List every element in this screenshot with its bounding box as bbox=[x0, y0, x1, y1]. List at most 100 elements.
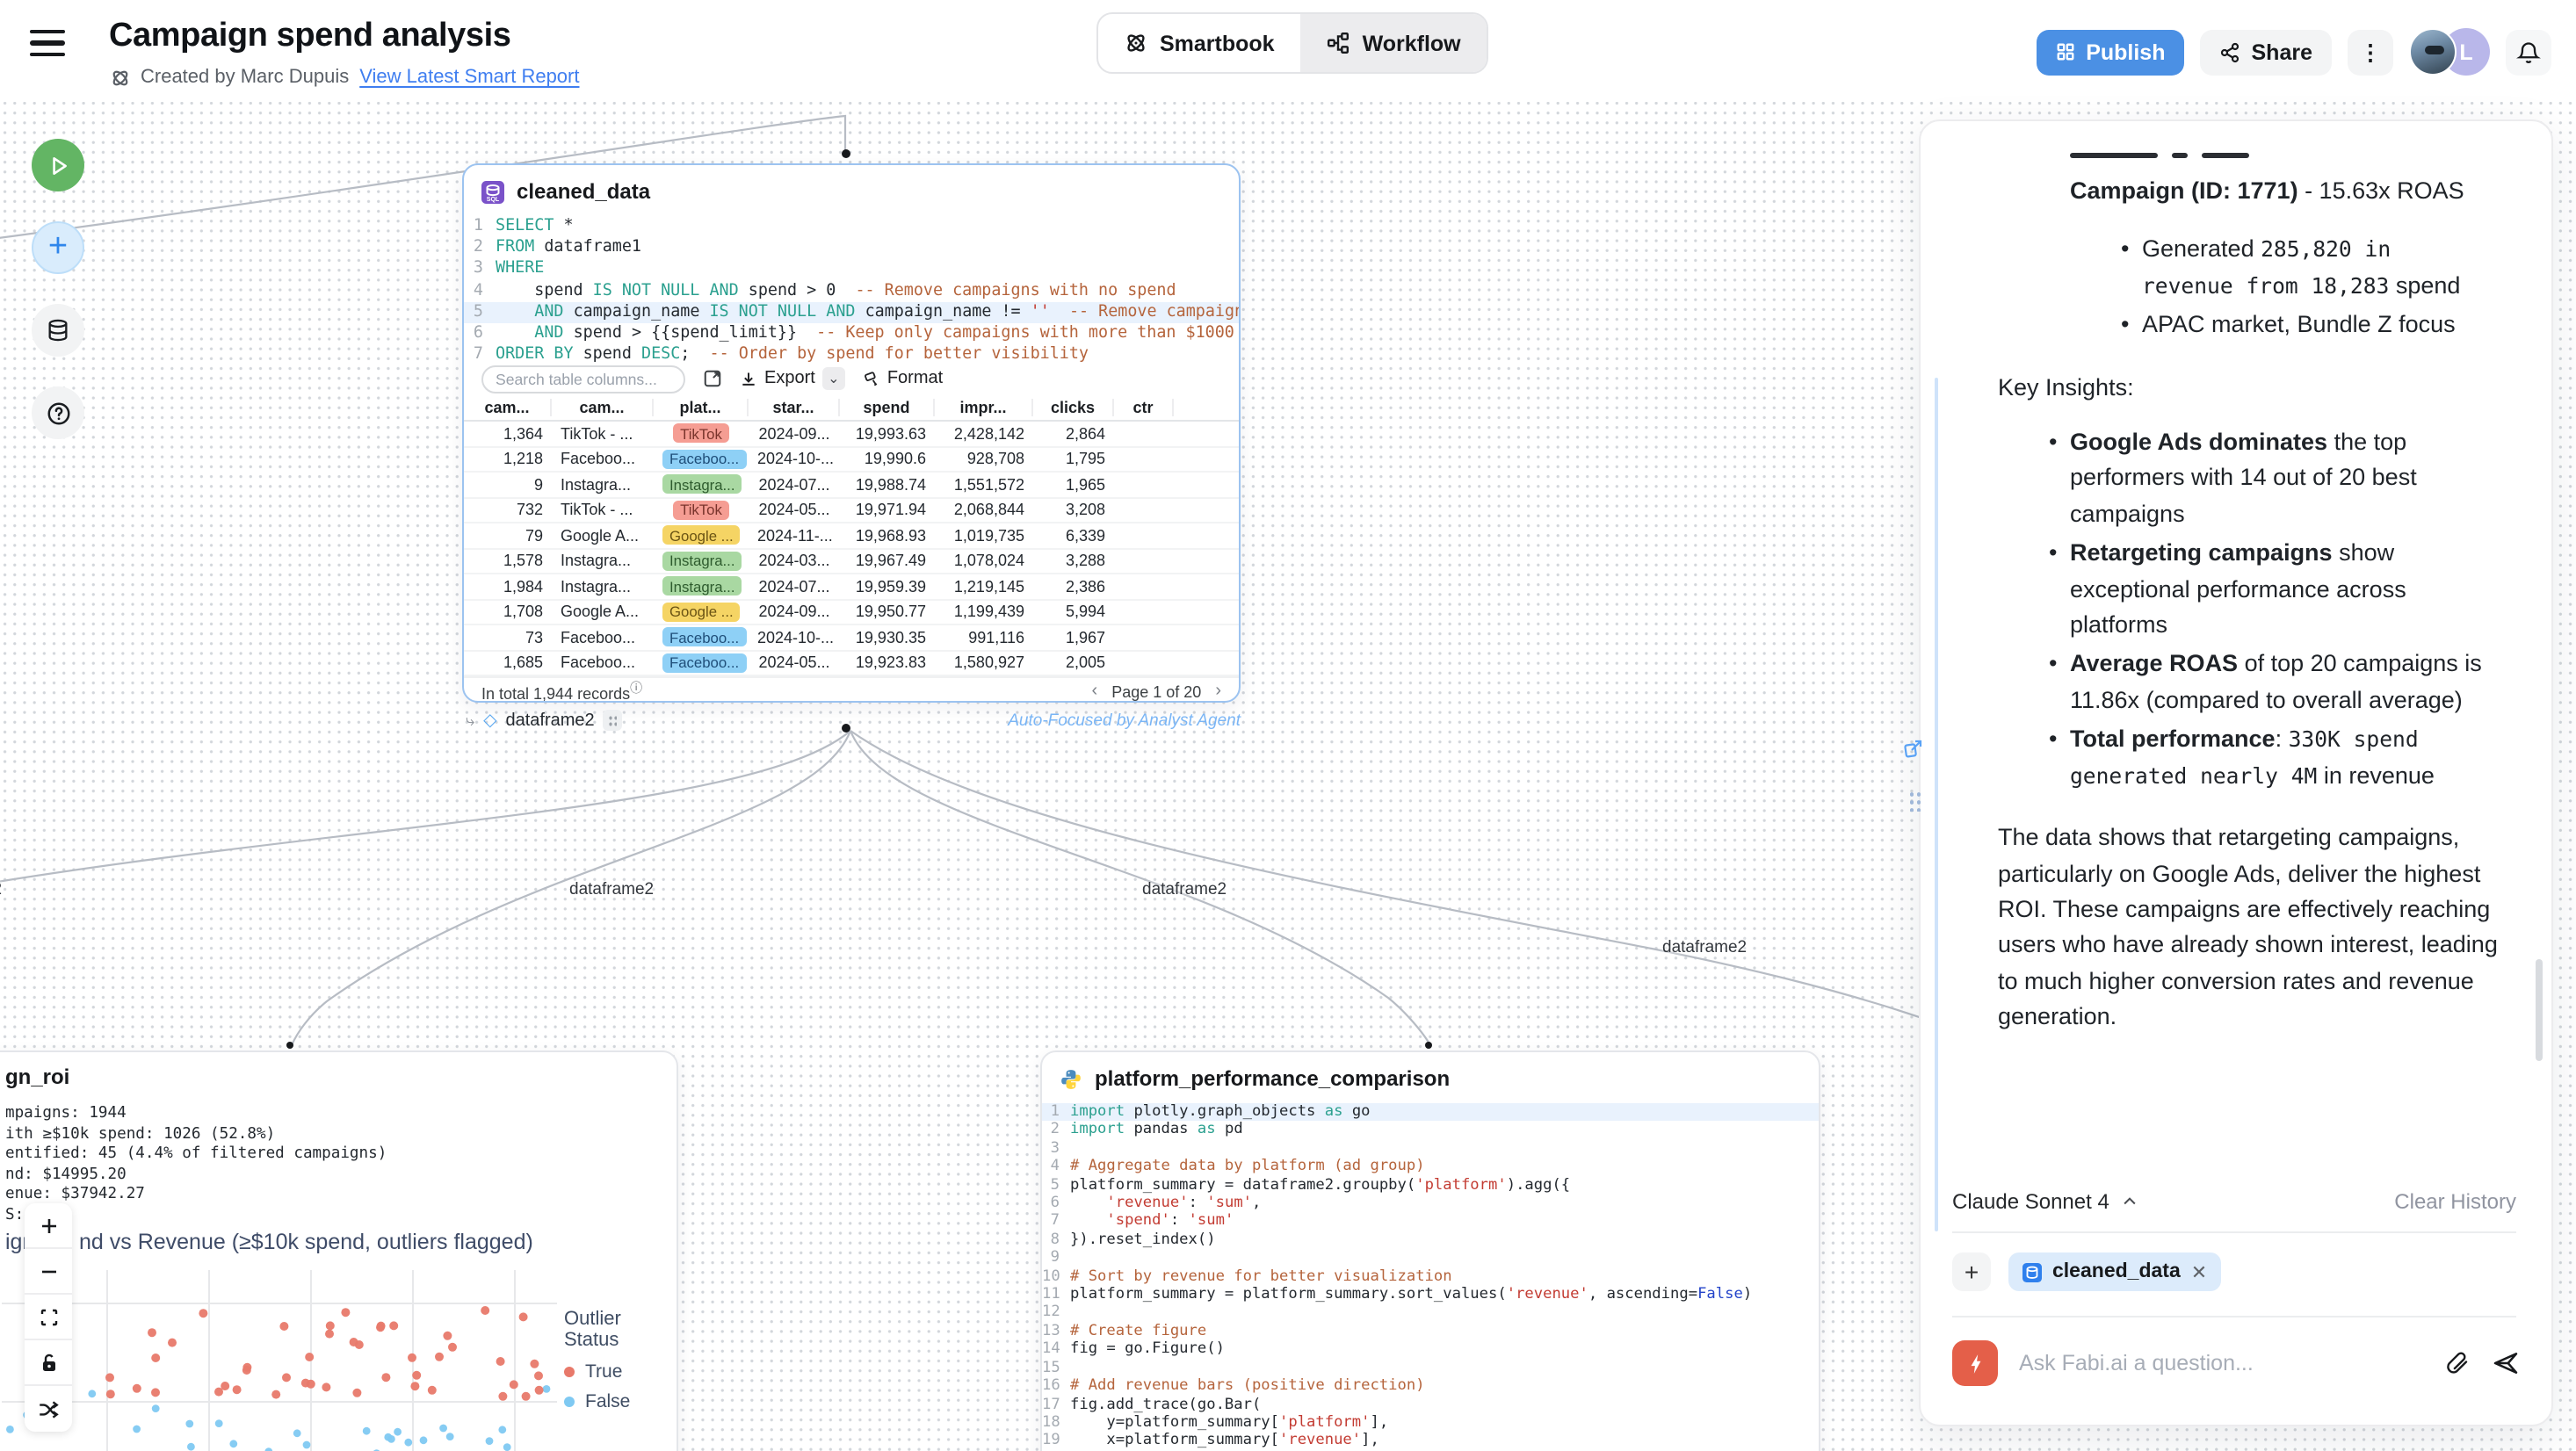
code-line[interactable]: 17fig.add_trace(go.Bar( bbox=[1042, 1396, 1819, 1414]
python-code-editor[interactable]: 1import plotly.graph_objects as go2impor… bbox=[1042, 1103, 1819, 1450]
node-input-handle[interactable] bbox=[842, 149, 850, 158]
table-row[interactable]: 1,364TikTok - ...TikTok2024-09...19,993.… bbox=[464, 422, 1239, 447]
column-header[interactable]: clicks bbox=[1033, 399, 1114, 416]
legend-item-false[interactable]: False bbox=[564, 1391, 677, 1412]
column-header[interactable]: impr... bbox=[935, 399, 1033, 416]
add-context-button[interactable]: + bbox=[1952, 1252, 1991, 1291]
code-line[interactable]: 3 bbox=[1042, 1140, 1819, 1159]
scatter-plot[interactable] bbox=[2, 1270, 557, 1451]
code-line[interactable]: 7 'spend': 'sum' bbox=[1042, 1213, 1819, 1231]
lock-button[interactable] bbox=[25, 1340, 72, 1386]
code-line[interactable]: 3WHERE bbox=[464, 259, 1239, 280]
code-line[interactable]: 10# Sort by revenue for better visualiza… bbox=[1042, 1267, 1819, 1286]
table-search-input[interactable] bbox=[481, 365, 685, 393]
fit-view-button[interactable] bbox=[25, 1295, 72, 1340]
code-line[interactable]: 18 y=platform_summary['platform'], bbox=[1042, 1414, 1819, 1433]
python-node-campaign-roi[interactable]: gn_roi mpaigns: 1944ith ≥$10k spend: 102… bbox=[0, 1050, 678, 1451]
attach-icon[interactable] bbox=[2444, 1350, 2471, 1376]
table-row[interactable]: 9Instagra...Instagra...2024-07...19,988.… bbox=[464, 473, 1239, 498]
model-selector[interactable]: Claude Sonnet 4 bbox=[1952, 1189, 2139, 1214]
chat-input[interactable] bbox=[2019, 1351, 2423, 1375]
code-line[interactable]: 12 bbox=[1042, 1304, 1819, 1323]
publish-button[interactable]: Publish bbox=[2037, 29, 2184, 75]
column-header[interactable]: ctr bbox=[1114, 399, 1174, 416]
next-page-button[interactable]: › bbox=[1215, 682, 1221, 701]
chip-close-icon[interactable]: ✕ bbox=[2191, 1260, 2207, 1283]
table-row[interactable]: 79Google A...Google ...2024-11-...19,968… bbox=[464, 523, 1239, 549]
code-line[interactable]: 1SELECT * bbox=[464, 216, 1239, 237]
column-header[interactable]: cam... bbox=[552, 399, 654, 416]
panel-drag-handle[interactable] bbox=[1908, 790, 1921, 812]
python-node-input-handle[interactable] bbox=[1425, 1042, 1432, 1049]
code-line[interactable]: 15 bbox=[1042, 1359, 1819, 1377]
shuffle-layout-button[interactable] bbox=[25, 1386, 72, 1432]
send-icon[interactable] bbox=[2492, 1349, 2520, 1377]
code-line[interactable]: 4 spend IS NOT NULL AND spend > 0 -- Rem… bbox=[464, 280, 1239, 301]
workflow-canvas[interactable]: dataframe2 dataframe2 dataframe2 datafra… bbox=[0, 0, 2576, 1451]
prev-page-button[interactable]: ‹ bbox=[1092, 682, 1098, 701]
code-line[interactable]: 5 AND campaign_name IS NOT NULL AND camp… bbox=[464, 302, 1239, 323]
code-line[interactable]: 1import plotly.graph_objects as go bbox=[1042, 1103, 1819, 1122]
context-chip-cleaned-data[interactable]: cleaned_data ✕ bbox=[2008, 1252, 2221, 1291]
column-header[interactable]: plat... bbox=[654, 399, 749, 416]
column-header[interactable]: star... bbox=[749, 399, 840, 416]
code-line[interactable]: 11platform_summary = platform_summary.so… bbox=[1042, 1286, 1819, 1304]
code-line[interactable]: 19 x=platform_summary['revenue'], bbox=[1042, 1433, 1819, 1451]
output-dataframe-label[interactable]: dataframe2 bbox=[506, 711, 595, 730]
tab-smartbook[interactable]: Smartbook bbox=[1098, 14, 1301, 72]
code-line[interactable]: 6 AND spend > {{spend_limit}} -- Keep on… bbox=[464, 323, 1239, 344]
legend-item-true[interactable]: True bbox=[564, 1361, 677, 1382]
table-row[interactable]: 732TikTok - ...TikTok2024-05...19,971.94… bbox=[464, 498, 1239, 523]
info-icon[interactable]: ⓘ bbox=[630, 683, 642, 696]
panel-link-icon[interactable] bbox=[1903, 738, 1924, 759]
scatter-legend[interactable]: Outlier Status True False bbox=[564, 1309, 677, 1421]
table-row[interactable]: 1,708Google A...Google ...2024-09...19,9… bbox=[464, 600, 1239, 625]
zoom-in-button[interactable] bbox=[25, 1203, 72, 1249]
more-options-button[interactable]: ⋮ bbox=[2348, 29, 2393, 75]
sql-code-editor[interactable]: 1SELECT *2FROM dataframe13WHERE4 spend I… bbox=[464, 214, 1239, 366]
code-line[interactable]: 14fig = go.Figure() bbox=[1042, 1341, 1819, 1360]
export-dropdown-chevron[interactable]: ⌄ bbox=[822, 367, 845, 390]
column-header[interactable]: cam... bbox=[464, 399, 552, 416]
code-line[interactable]: 2FROM dataframe1 bbox=[464, 237, 1239, 258]
expand-table-icon[interactable] bbox=[703, 369, 722, 388]
table-cell: Faceboo... bbox=[654, 450, 749, 469]
roi-node-input-handle[interactable] bbox=[286, 1042, 293, 1049]
notifications-button[interactable] bbox=[2506, 29, 2551, 75]
panel-scrollbar[interactable] bbox=[2536, 959, 2543, 1061]
collaborator-avatars[interactable]: L bbox=[2409, 28, 2490, 76]
output-drag-handle[interactable] bbox=[604, 710, 623, 731]
table-row[interactable]: 1,218Faceboo...Faceboo...2024-10-...19,9… bbox=[464, 447, 1239, 473]
tab-workflow[interactable]: Workflow bbox=[1301, 14, 1487, 72]
code-line[interactable]: 8}).reset_index() bbox=[1042, 1231, 1819, 1250]
code-line[interactable]: 6 'revenue': 'sum', bbox=[1042, 1195, 1819, 1213]
python-node-platform-performance[interactable]: platform_performance_comparison 1import … bbox=[1040, 1050, 1820, 1451]
node-output-handle[interactable] bbox=[842, 724, 850, 733]
export-button[interactable]: Export ⌄ bbox=[740, 367, 845, 390]
clear-history-button[interactable]: Clear History bbox=[2394, 1189, 2516, 1214]
result-table[interactable]: cam...cam...plat...star...spendimpr...cl… bbox=[464, 395, 1239, 676]
table-row[interactable]: 1,685Faceboo...Faceboo...2024-05...19,92… bbox=[464, 651, 1239, 676]
table-row[interactable]: 1,984Instagra...Instagra...2024-07...19,… bbox=[464, 574, 1239, 600]
zoom-out-button[interactable] bbox=[25, 1249, 72, 1295]
share-button[interactable]: Share bbox=[2201, 29, 2333, 75]
data-sources-button[interactable] bbox=[32, 304, 84, 357]
table-row[interactable]: 1,578Instagra...Instagra...2024-03...19,… bbox=[464, 549, 1239, 574]
help-button[interactable] bbox=[32, 386, 84, 439]
code-line[interactable]: 2import pandas as pd bbox=[1042, 1122, 1819, 1140]
code-line[interactable]: 16# Add revenue bars (positive direction… bbox=[1042, 1377, 1819, 1396]
run-workflow-button[interactable] bbox=[32, 139, 84, 191]
menu-icon[interactable] bbox=[30, 30, 65, 61]
code-line[interactable]: 13# Create figure bbox=[1042, 1323, 1819, 1341]
code-line[interactable]: 5platform_summary = dataframe2.groupby('… bbox=[1042, 1176, 1819, 1195]
table-cell: Faceboo... bbox=[654, 653, 749, 673]
add-node-button[interactable]: + bbox=[32, 221, 84, 274]
view-smart-report-link[interactable]: View Latest Smart Report bbox=[359, 67, 579, 88]
table-row[interactable]: 73Faceboo...Faceboo...2024-10-...19,930.… bbox=[464, 625, 1239, 651]
column-header[interactable]: spend bbox=[840, 399, 935, 416]
code-line[interactable]: 4# Aggregate data by platform (ad group) bbox=[1042, 1158, 1819, 1176]
sql-node-cleaned-data[interactable]: SQL cleaned_data 1SELECT *2FROM datafram… bbox=[462, 163, 1241, 703]
avatar-photo[interactable] bbox=[2409, 28, 2457, 76]
code-line[interactable]: 9 bbox=[1042, 1250, 1819, 1268]
format-button[interactable]: Format bbox=[863, 369, 943, 388]
